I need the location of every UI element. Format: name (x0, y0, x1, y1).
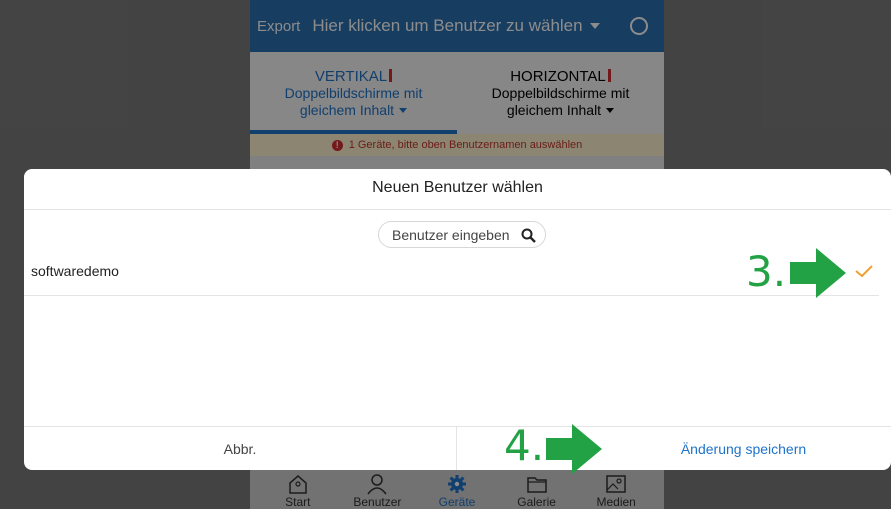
step-3-annotation: 3. (746, 247, 787, 296)
user-search-input[interactable]: Benutzer eingeben (378, 221, 546, 248)
user-name: softwaredemo (31, 263, 119, 279)
dialog-footer: Abbr. Änderung speichern (24, 426, 891, 470)
search-placeholder: Benutzer eingeben (392, 226, 510, 243)
check-icon (855, 265, 873, 278)
arrow-right-icon (790, 248, 846, 298)
dialog-title: Neuen Benutzer wählen (24, 169, 891, 210)
cancel-button[interactable]: Abbr. (24, 427, 457, 470)
arrow-right-icon (546, 424, 602, 474)
step-4-annotation: 4. (504, 421, 545, 470)
select-user-dialog: Neuen Benutzer wählen Benutzer eingeben … (24, 169, 891, 470)
search-icon (521, 228, 536, 243)
